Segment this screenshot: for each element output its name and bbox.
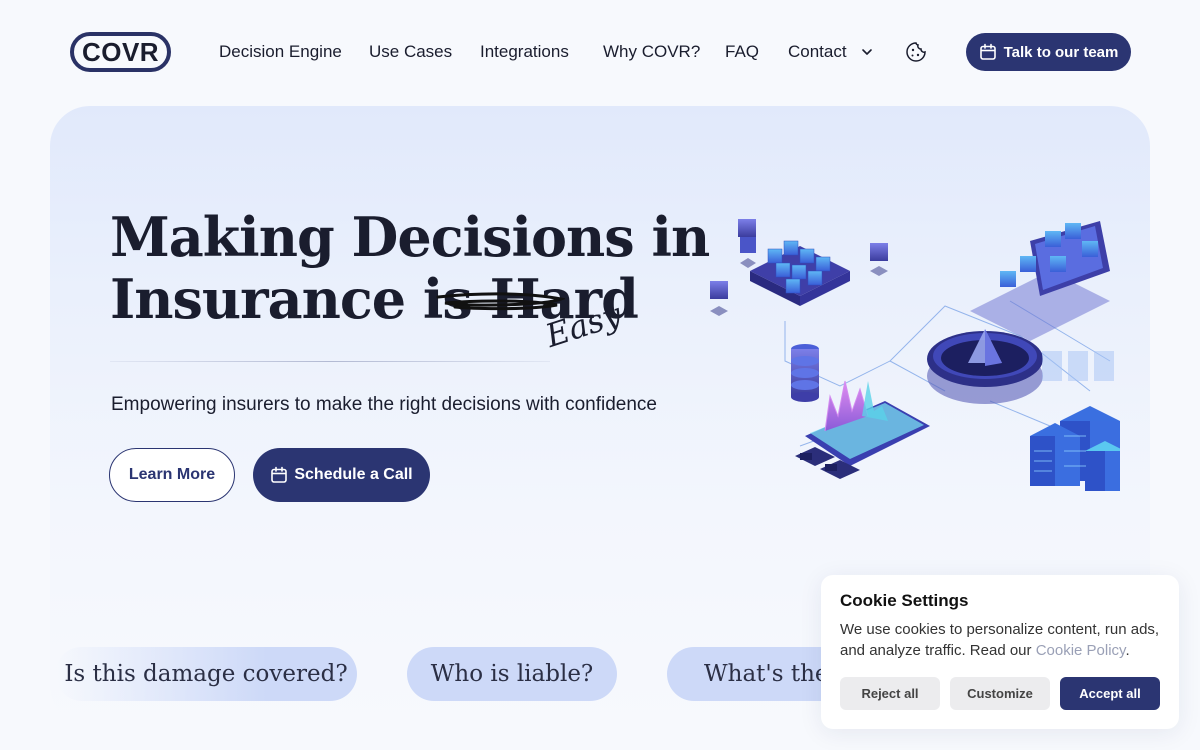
cookie-settings-panel: Cookie Settings We use cookies to person…	[821, 575, 1179, 729]
calendar-icon	[979, 43, 996, 60]
data-platform-illustration	[710, 219, 1120, 491]
nav-contact[interactable]: Contact	[788, 40, 847, 64]
nav-faq[interactable]: FAQ	[725, 40, 759, 64]
site-header: COVR Decision Engine Use Cases Integrati…	[0, 0, 1200, 104]
talk-to-team-button[interactable]: Talk to our team	[966, 33, 1131, 71]
nav-integrations[interactable]: Integrations	[480, 40, 569, 64]
laptop	[970, 221, 1110, 341]
logo-text: COVR	[81, 36, 160, 67]
cookie-title: Cookie Settings	[840, 591, 969, 610]
reject-all-button[interactable]: Reject all	[840, 677, 940, 710]
schedule-call-button[interactable]: Schedule a Call	[253, 448, 430, 502]
chevron-down-icon[interactable]	[861, 46, 873, 58]
question-pill: Who is liable?	[407, 647, 617, 701]
cookie-text-end: .	[1125, 642, 1130, 659]
ring-hub	[927, 329, 1043, 404]
chip-block	[750, 240, 850, 306]
server-racks	[1030, 351, 1120, 491]
hero-divider	[110, 361, 550, 362]
covr-logo[interactable]: COVR	[70, 32, 171, 72]
accept-all-button[interactable]: Accept all	[1060, 677, 1160, 710]
calendar-icon	[271, 466, 288, 483]
nav-decision-engine[interactable]: Decision Engine	[219, 40, 342, 64]
question-text: What's the	[704, 661, 829, 687]
learn-more-label: Learn More	[128, 466, 216, 483]
schedule-call-label: Schedule a Call	[294, 466, 413, 483]
question-text: Who is liable?	[430, 661, 594, 687]
database-stack	[791, 344, 819, 402]
nav-use-cases[interactable]: Use Cases	[369, 40, 452, 64]
cookie-policy-link[interactable]: Cookie Policy	[1036, 642, 1126, 659]
customize-button[interactable]: Customize	[950, 677, 1050, 710]
cookie-description: We use cookies to personalize content, r…	[840, 619, 1165, 661]
talk-to-team-label: Talk to our team	[1003, 43, 1119, 61]
question-pill: Is this damage covered?	[55, 647, 357, 701]
learn-more-button[interactable]: Learn More	[109, 448, 235, 502]
hero-subheading: Empowering insurers to make the right de…	[111, 394, 657, 415]
cookie-icon[interactable]	[904, 40, 928, 64]
question-text: Is this damage covered?	[64, 661, 348, 687]
headline-line-1: Making Decisions in	[110, 205, 710, 269]
nav-why-covr[interactable]: Why COVR?	[603, 40, 700, 64]
